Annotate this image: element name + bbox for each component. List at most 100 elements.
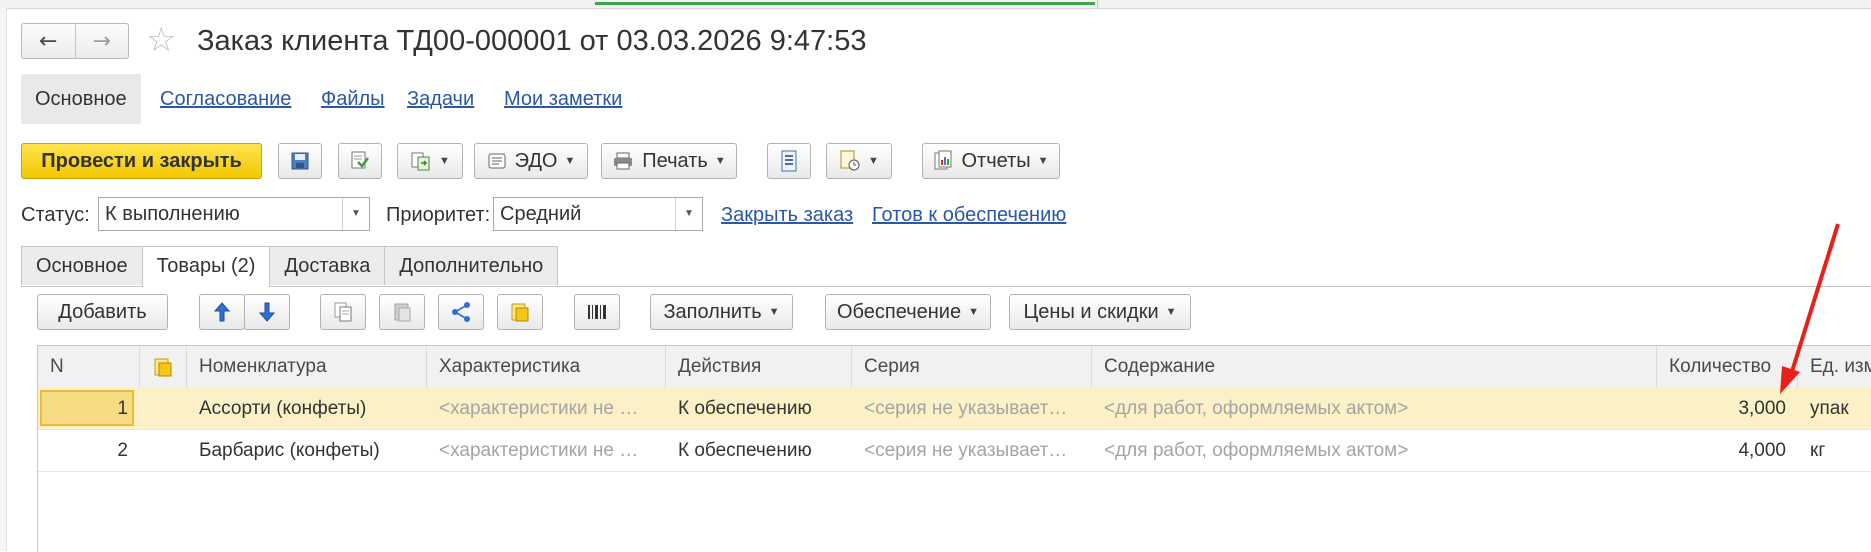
tab-delivery[interactable]: Доставка — [269, 246, 386, 285]
column-header-n[interactable]: N — [38, 346, 140, 388]
post-and-close-button[interactable]: Провести и закрыть — [21, 143, 262, 179]
column-header-content[interactable]: Содержание — [1092, 346, 1657, 388]
add-row-button[interactable]: Добавить — [37, 294, 168, 330]
dropdown-caret-icon: ▼ — [564, 155, 576, 167]
row-series[interactable]: <серия не указывает… — [852, 388, 1092, 429]
tab-separator — [1097, 0, 1098, 8]
arrow-left-icon: ← — [39, 28, 58, 54]
annotation-arrow-icon — [1780, 223, 1840, 394]
document-history-button[interactable]: ▼ — [826, 143, 892, 179]
row-item[interactable]: Барбарис (конфеты) — [187, 430, 427, 471]
priority-select[interactable]: Средний ▼ — [493, 197, 703, 231]
close-order-link[interactable]: Закрыть заказ — [721, 204, 853, 227]
edo-label: ЭДО — [514, 149, 558, 172]
row-content[interactable]: <для работ, оформляемых актом> — [1092, 430, 1657, 471]
dropdown-caret-icon: ▼ — [439, 155, 450, 167]
document-tabs: Основное Товары (2) Доставка Дополнитель… — [21, 246, 559, 287]
status-label: Статус: — [21, 204, 90, 226]
row-characteristic[interactable]: <характеристики не … — [427, 388, 666, 429]
tab-goods[interactable]: Товары (2) — [141, 246, 271, 287]
fill-label: Заполнить — [663, 300, 762, 323]
dropdown-caret-icon: ▼ — [968, 306, 979, 318]
fill-button[interactable]: Заполнить ▼ — [650, 294, 793, 330]
yellow-document-icon — [511, 303, 529, 322]
row-number[interactable]: 1 — [38, 388, 140, 429]
table-row[interactable]: 1 Ассорти (конфеты) <характеристики не …… — [38, 388, 1871, 430]
dropdown-arrow-icon[interactable]: ▼ — [675, 198, 702, 230]
column-header-item[interactable]: Номенклатура — [187, 346, 427, 388]
copy-row-button[interactable] — [320, 294, 366, 330]
back-button[interactable]: ← — [22, 24, 75, 58]
printer-icon — [614, 152, 633, 170]
prices-discounts-button[interactable]: Цены и скидки ▼ — [1009, 294, 1191, 330]
list-document-icon — [781, 150, 797, 172]
create-based-on-button[interactable]: ▼ — [397, 143, 463, 179]
row-action[interactable]: К обеспечению — [666, 430, 852, 471]
top-tab-strip — [0, 0, 1871, 9]
post-document-icon — [351, 151, 369, 169]
barcode-scan-button[interactable] — [574, 294, 620, 330]
document-clock-icon — [840, 150, 860, 171]
history-nav-group: ← → — [21, 23, 129, 59]
select-items-button[interactable] — [497, 294, 543, 330]
barcode-icon — [588, 305, 606, 319]
arrow-down-icon — [258, 302, 276, 322]
row-characteristic[interactable]: <характеристики не … — [427, 430, 666, 471]
arrow-up-icon — [213, 302, 231, 322]
priority-value: Средний — [500, 203, 582, 225]
move-down-button[interactable] — [244, 294, 290, 330]
page-title: Заказ клиента ТД00-000001 от 03.03.2026 … — [197, 25, 867, 57]
panel-tab-notes[interactable]: Мои заметки — [504, 74, 622, 124]
create-based-on-icon — [411, 152, 430, 171]
row-quantity[interactable]: 4,000 — [1657, 430, 1798, 471]
save-button[interactable] — [278, 143, 322, 179]
print-label: Печать — [642, 149, 708, 172]
panel-tab-approval[interactable]: Согласование — [160, 74, 291, 124]
table-row[interactable]: 2 Барбарис (конфеты) <характеристики не … — [38, 430, 1871, 472]
tab-main[interactable]: Основное — [21, 246, 143, 285]
favorite-star-icon[interactable]: ☆ — [146, 21, 176, 59]
column-header-characteristic[interactable]: Характеристика — [427, 346, 666, 388]
active-tab-indicator — [595, 2, 1095, 5]
print-button[interactable]: Печать ▼ — [601, 143, 737, 179]
reports-button[interactable]: Отчеты ▼ — [922, 143, 1060, 179]
supply-button[interactable]: Обеспечение ▼ — [825, 294, 991, 330]
share-button[interactable] — [438, 294, 484, 330]
goods-table: N Номенклатура Характеристика Действия С… — [37, 345, 1871, 552]
panel-tab-files[interactable]: Файлы — [321, 74, 385, 124]
status-select[interactable]: К выполнению ▼ — [98, 197, 370, 231]
supply-label: Обеспечение — [837, 300, 962, 323]
priority-label: Приоритет: — [386, 204, 491, 226]
row-item[interactable]: Ассорти (конфеты) — [187, 388, 427, 429]
floppy-disk-icon — [291, 152, 309, 170]
tab-divider — [21, 286, 1871, 287]
panel-tab-tasks[interactable]: Задачи — [407, 74, 474, 124]
report-list-button[interactable] — [767, 143, 811, 179]
move-up-button[interactable] — [199, 294, 245, 330]
share-icon — [452, 302, 470, 322]
column-header-icon[interactable] — [140, 346, 187, 388]
post-button[interactable] — [338, 143, 382, 179]
copy-icon — [334, 302, 352, 322]
paste-icon — [394, 303, 411, 322]
paste-button[interactable] — [379, 294, 425, 330]
dropdown-caret-icon: ▼ — [1037, 155, 1049, 167]
dropdown-arrow-icon[interactable]: ▼ — [342, 198, 369, 230]
panel-tab-main[interactable]: Основное — [21, 74, 141, 124]
left-panel-edge — [0, 8, 7, 551]
row-series[interactable]: <серия не указывает… — [852, 430, 1092, 471]
row-unit[interactable]: кг — [1798, 430, 1871, 471]
dropdown-caret-icon: ▼ — [868, 155, 879, 167]
forward-button[interactable]: → — [74, 24, 129, 58]
prices-label: Цены и скидки — [1023, 300, 1159, 323]
edo-icon — [488, 153, 506, 169]
reports-label: Отчеты — [961, 149, 1031, 172]
column-header-action[interactable]: Действия — [666, 346, 852, 388]
tab-additional[interactable]: Дополнительно — [384, 246, 559, 285]
row-action[interactable]: К обеспечению — [666, 388, 852, 429]
row-content[interactable]: <для работ, оформляемых актом> — [1092, 388, 1657, 429]
ready-for-supply-link[interactable]: Готов к обеспечению — [872, 204, 1066, 227]
row-number[interactable]: 2 — [38, 430, 140, 471]
edo-button[interactable]: ЭДО ▼ — [474, 143, 588, 179]
column-header-series[interactable]: Серия — [852, 346, 1092, 388]
